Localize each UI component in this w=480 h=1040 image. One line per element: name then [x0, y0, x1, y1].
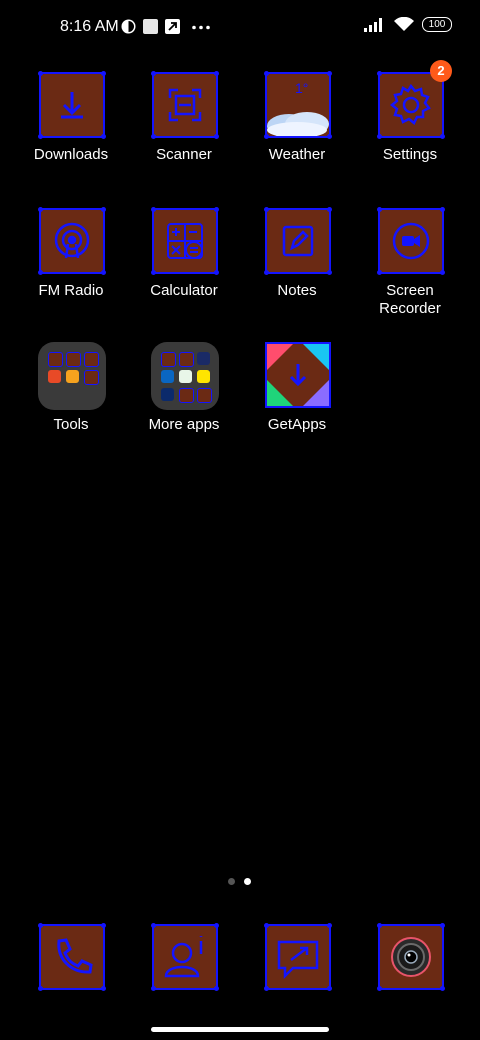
app-downloads[interactable]: Downloads — [16, 71, 126, 163]
app-label: Settings — [382, 146, 438, 163]
wifi-icon — [394, 17, 414, 31]
notification-badge: 2 — [430, 60, 452, 82]
app-fm-radio[interactable]: FM Radio — [16, 207, 126, 299]
scanner-icon — [151, 71, 219, 139]
weather-icon: 1° — [264, 71, 332, 139]
calculator-icon — [151, 207, 219, 275]
app-label: Tools — [53, 416, 89, 433]
app-notes[interactable]: Notes — [242, 207, 352, 299]
messages-icon — [264, 923, 332, 991]
dock-camera[interactable] — [355, 923, 465, 991]
app-settings[interactable]: Settings — [355, 71, 465, 163]
dock-contacts[interactable] — [129, 923, 239, 991]
app-label: GetApps — [267, 416, 327, 433]
app-label: Screen Recorder — [379, 282, 441, 317]
page-indicator — [228, 878, 251, 885]
app-label: Notes — [277, 282, 317, 299]
app-scanner[interactable]: Scanner — [129, 71, 239, 163]
battery-icon: 100 — [422, 17, 452, 32]
dock-phone[interactable] — [16, 923, 126, 991]
more-dots-icon — [192, 25, 210, 30]
status-bar: 8:16 AM 100 — [0, 0, 480, 56]
getapps-icon — [265, 342, 331, 408]
folder-icon — [151, 342, 219, 410]
app-label: Calculator — [150, 282, 218, 299]
app-screen-recorder[interactable]: Screen Recorder — [355, 207, 465, 317]
upload-arrow-icon — [165, 19, 180, 34]
app-label: Downloads — [33, 146, 109, 163]
app-label: FM Radio — [38, 282, 104, 299]
weather-temp: 1° — [295, 80, 309, 96]
data-saver-icon — [121, 19, 136, 34]
notes-icon — [264, 207, 332, 275]
phone-icon — [38, 923, 106, 991]
status-time: 8:16 AM — [60, 18, 119, 35]
status-right-group: 100 — [364, 17, 452, 32]
folder-icon — [38, 342, 106, 410]
gear-icon — [377, 71, 445, 139]
dock-messages[interactable] — [242, 923, 352, 991]
camera-icon — [377, 923, 445, 991]
contacts-icon — [151, 923, 219, 991]
app-calculator[interactable]: Calculator — [129, 207, 239, 299]
home-indicator-bar[interactable] — [151, 1027, 329, 1032]
download-icon — [38, 71, 106, 139]
app-label: More apps — [148, 416, 220, 433]
signal-icon — [364, 17, 382, 32]
app-label: Scanner — [156, 146, 212, 163]
app-weather[interactable]: 1° Weather — [242, 71, 352, 163]
page-dot-active[interactable] — [244, 878, 251, 885]
radio-icon — [38, 207, 106, 275]
page-dot[interactable] — [228, 878, 235, 885]
app-label: Weather — [268, 146, 326, 163]
square-notification-icon — [143, 19, 158, 34]
video-camera-icon — [377, 207, 445, 275]
